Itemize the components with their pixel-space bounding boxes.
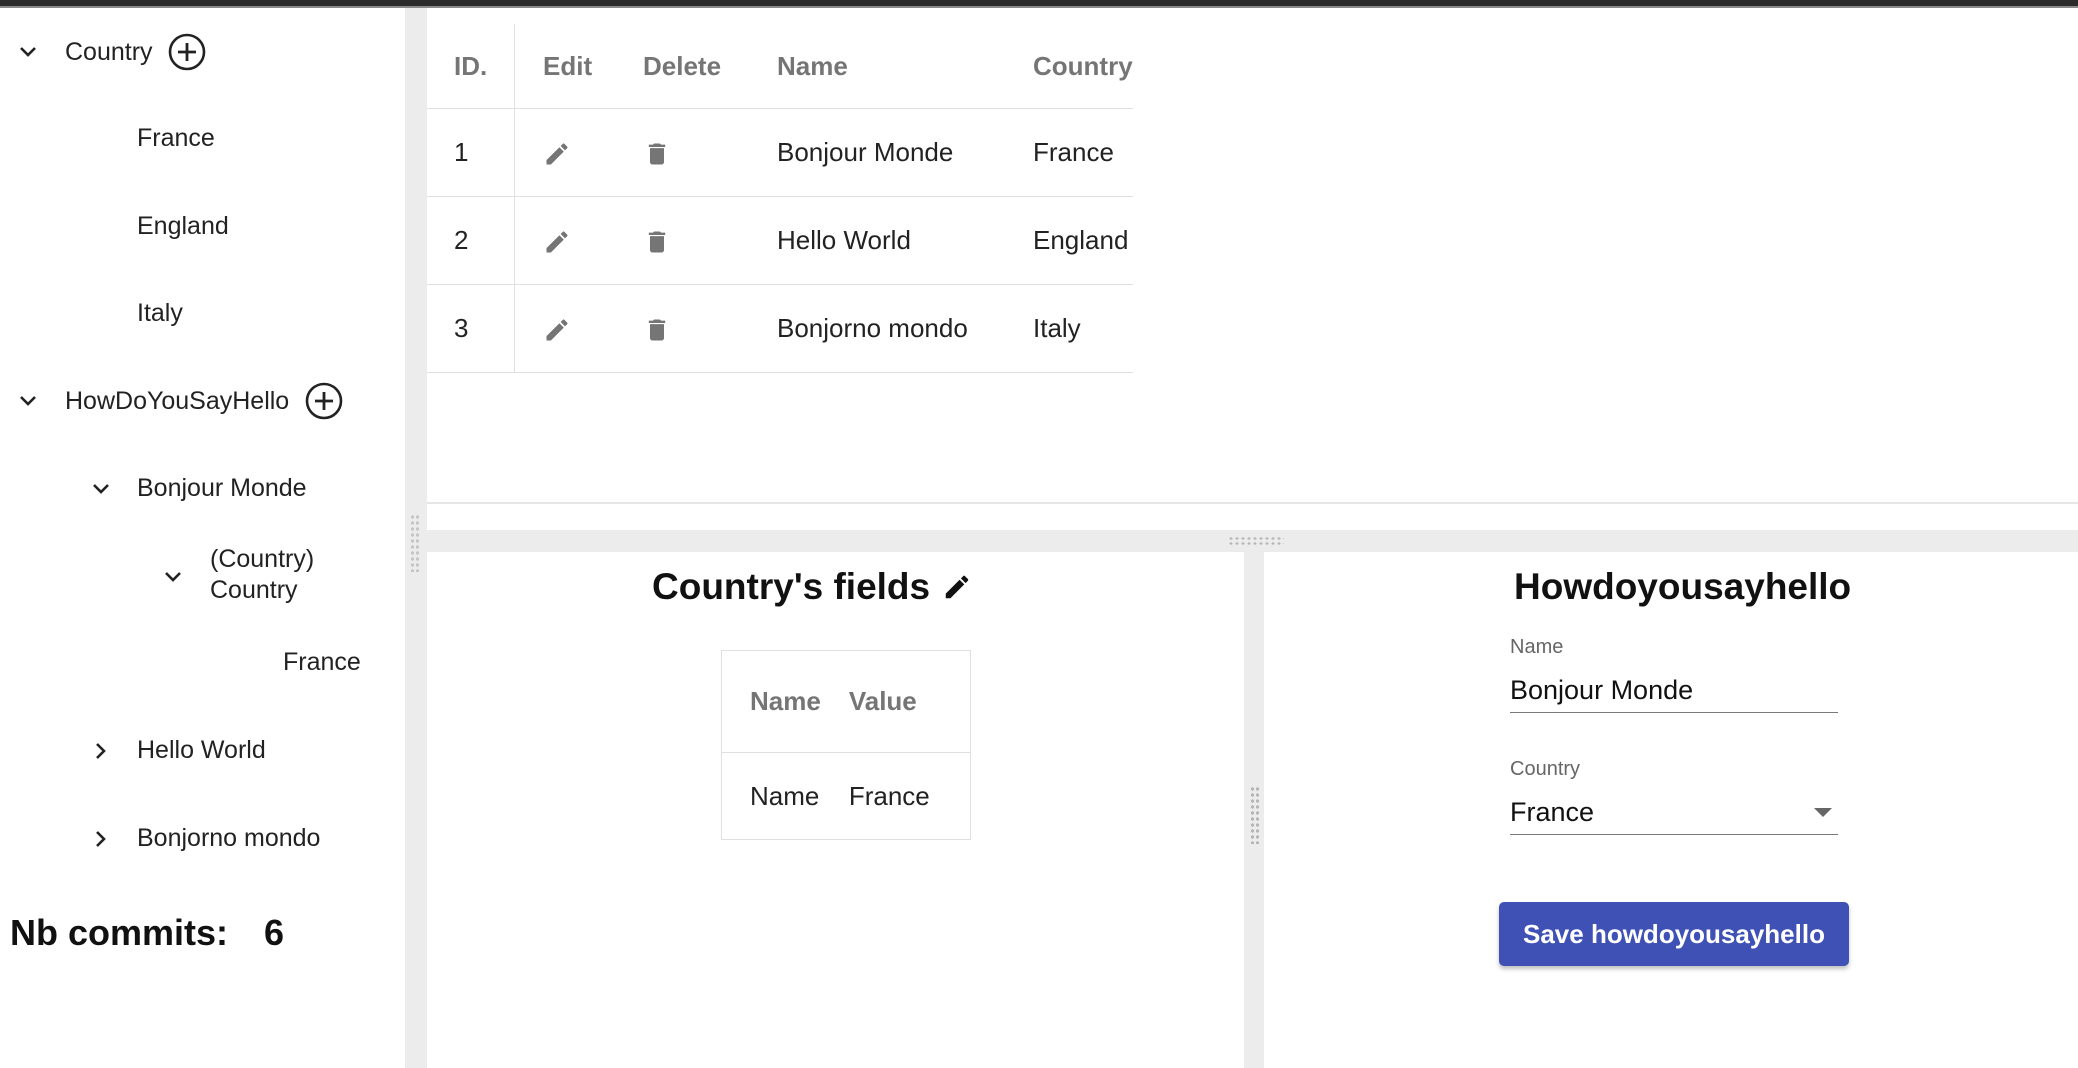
table-panel-bottom-border	[427, 502, 2078, 504]
cell-name: Bonjour Monde	[749, 108, 1005, 197]
delete-cell	[615, 108, 749, 197]
tree-node-bonjorno-mondo[interactable]: Bonjorno mondo	[137, 814, 320, 862]
cell-country: England	[1005, 196, 1133, 285]
column-header-country[interactable]: Country	[1005, 24, 1133, 109]
records-table: ID. Edit Delete Name Country 1 Bonjour M…	[427, 24, 1133, 373]
tree-node-bonjour-monde[interactable]: Bonjour Monde	[137, 464, 307, 512]
tree-node-label: England	[137, 211, 229, 240]
edit-cell	[514, 108, 615, 197]
chevron-down-icon[interactable]	[158, 562, 188, 592]
commits-label: Nb commits:	[10, 912, 229, 953]
horizontal-splitter-grip[interactable]	[1228, 536, 1284, 546]
column-header-name[interactable]: Name	[749, 24, 1005, 109]
tree-node-england[interactable]: England	[137, 202, 229, 250]
cell-id: 3	[427, 284, 515, 373]
tree-node-howdoyousayhello[interactable]: HowDoYouSayHello	[65, 377, 289, 425]
tree-node-france[interactable]: France	[137, 114, 215, 162]
table-row[interactable]: 2 Hello World England	[427, 196, 1133, 285]
edit-cell	[514, 284, 615, 373]
add-circle-icon[interactable]	[303, 380, 345, 422]
fields-header-row: Name Value	[721, 650, 971, 753]
tree-node-hello-world[interactable]: Hello World	[137, 726, 266, 774]
table-row[interactable]: 3 Bonjorno mondo Italy	[427, 284, 1133, 373]
name-field-label: Name	[1510, 636, 1564, 658]
cell-name: Bonjorno mondo	[749, 284, 1005, 373]
country-select[interactable]: France	[1510, 790, 1838, 835]
pencil-icon[interactable]	[942, 572, 972, 602]
name-field[interactable]	[1510, 668, 1838, 713]
tree-node-label: HowDoYouSayHello	[65, 386, 290, 415]
chevron-right-icon[interactable]	[86, 736, 116, 766]
commits-value: 6	[264, 912, 285, 953]
tree-node-country-field[interactable]: (Country) Country	[210, 544, 314, 606]
pencil-icon[interactable]	[543, 316, 571, 344]
pencil-icon[interactable]	[543, 140, 571, 168]
fields-title-text: Country's fields	[652, 566, 931, 607]
column-header-delete: Delete	[615, 24, 749, 109]
window-top-bar	[0, 0, 2078, 8]
column-header-name: Name	[721, 650, 849, 753]
tree-node-label: Bonjour Monde	[137, 473, 307, 502]
tree-node-label: Bonjorno mondo	[137, 823, 321, 852]
table-header-row: ID. Edit Delete Name Country	[427, 24, 1133, 109]
chevron-down-icon[interactable]	[13, 37, 43, 67]
commits-counter: Nb commits: 6	[10, 912, 284, 954]
cell-field-name: Name	[750, 780, 820, 811]
tree-node-label: Hello World	[137, 735, 266, 764]
fields-panel-title: Country's fields	[652, 566, 972, 608]
country-field-label: Country	[1510, 758, 1581, 780]
form-title: Howdoyousayhello	[1514, 566, 1852, 607]
chevron-right-icon[interactable]	[86, 824, 116, 854]
column-header-id[interactable]: ID.	[427, 24, 515, 109]
tree-node-label-line2: Country	[210, 576, 298, 604]
dropdown-arrow-icon[interactable]	[1814, 807, 1832, 817]
sidebar-tree	[0, 8, 405, 1068]
trash-icon[interactable]	[643, 228, 671, 256]
add-circle-icon[interactable]	[166, 31, 208, 73]
tree-node-label: France	[283, 647, 361, 676]
save-button[interactable]: Save howdoyousayhello	[1499, 902, 1849, 966]
sidebar-splitter-grip[interactable]	[410, 514, 420, 572]
vertical-splitter-grip[interactable]	[1250, 786, 1260, 844]
cell-country: Italy	[1005, 284, 1133, 373]
tree-node-label: Country	[65, 37, 153, 66]
country-select-value: France	[1510, 796, 1595, 827]
column-header-value: Value	[848, 650, 971, 753]
edit-cell	[514, 196, 615, 285]
cell-country: France	[1005, 108, 1133, 197]
cell-name: Hello World	[749, 196, 1005, 285]
table-row[interactable]: Name France	[722, 753, 971, 840]
column-header-edit: Edit	[514, 24, 615, 109]
trash-icon[interactable]	[643, 316, 671, 344]
tree-node-label-line1: (Country)	[210, 545, 315, 573]
cell-field-value: France	[848, 780, 930, 811]
table-row[interactable]: 1 Bonjour Monde France	[427, 108, 1133, 197]
delete-cell	[615, 284, 749, 373]
cell-id: 1	[427, 108, 515, 197]
chevron-down-icon[interactable]	[13, 386, 43, 416]
tree-node-label: Italy	[137, 298, 183, 327]
fields-table: Name Value Name France	[721, 650, 971, 840]
chevron-down-icon[interactable]	[86, 474, 116, 504]
pencil-icon[interactable]	[543, 228, 571, 256]
tree-node-france-leaf[interactable]: France	[283, 638, 361, 686]
tree-node-country[interactable]: Country	[65, 28, 153, 76]
cell-id: 2	[427, 196, 515, 285]
trash-icon[interactable]	[643, 140, 671, 168]
delete-cell	[615, 196, 749, 285]
tree-node-label: France	[137, 123, 215, 152]
tree-node-italy[interactable]: Italy	[137, 289, 183, 337]
